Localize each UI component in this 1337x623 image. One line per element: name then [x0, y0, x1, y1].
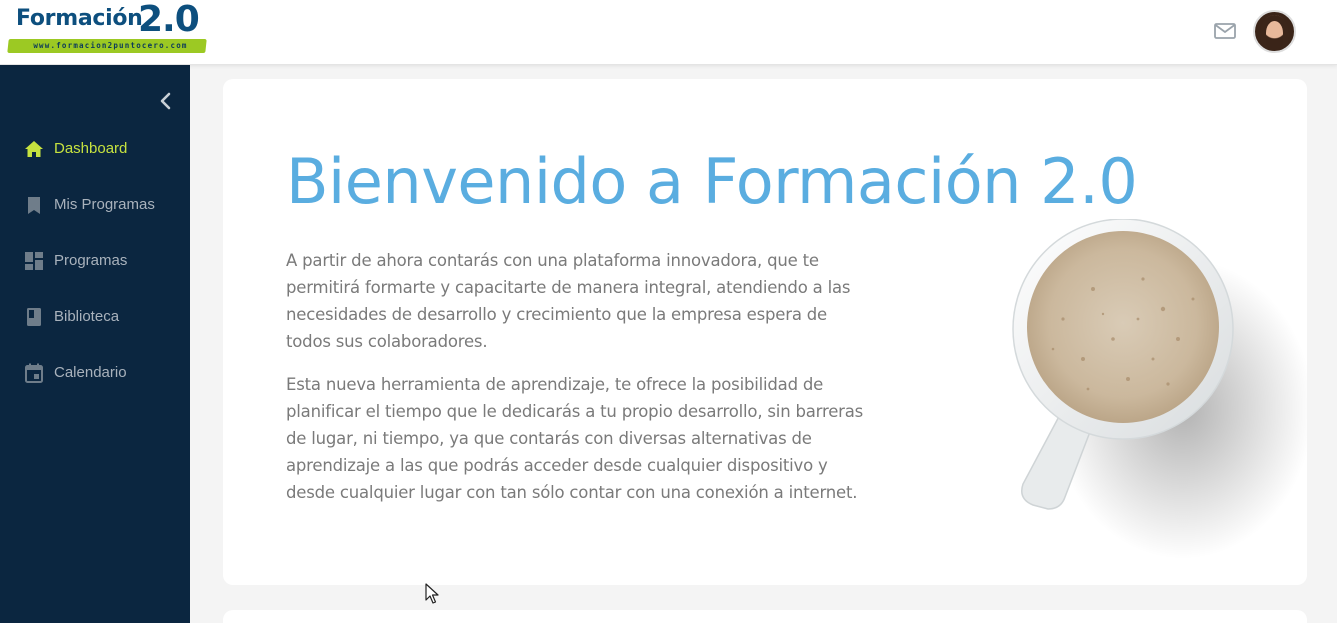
- mail-button[interactable]: [1213, 21, 1237, 41]
- bookmark-icon: [28, 197, 40, 214]
- sidebar-item-programas[interactable]: Programas: [0, 241, 190, 281]
- chevron-left-icon: [160, 92, 171, 110]
- mouse-cursor-icon: [425, 583, 439, 604]
- sidebar-item-label: Biblioteca: [54, 308, 120, 325]
- sidebar-item-label: Calendario: [54, 364, 127, 381]
- sidebar-item-label: Programas: [54, 252, 128, 269]
- logo-url: www.formacion2puntocero.com: [33, 41, 188, 50]
- home-icon: [25, 141, 43, 157]
- sidebar: Dashboard Mis Programas Programas Biblio…: [0, 65, 190, 623]
- sidebar-collapse-button[interactable]: [156, 90, 176, 112]
- avatar-hair: [1260, 15, 1289, 51]
- welcome-paragraph-1: A partir de ahora contarás con una plata…: [286, 251, 851, 351]
- sidebar-item-calendario[interactable]: Calendario: [0, 353, 190, 393]
- sidebar-item-dashboard[interactable]: Dashboard: [0, 129, 190, 169]
- page-title: Bienvenido a Formación 2.0: [286, 145, 1138, 218]
- calendar-icon: [25, 363, 43, 383]
- user-avatar[interactable]: [1253, 10, 1296, 53]
- book-icon: [27, 308, 41, 326]
- sidebar-item-label: Mis Programas: [54, 196, 155, 213]
- welcome-paragraph-2: Esta nueva herramienta de aprendizaje, t…: [286, 375, 864, 502]
- mail-icon: [1214, 23, 1236, 39]
- sidebar-item-biblioteca[interactable]: Biblioteca: [0, 297, 190, 337]
- secondary-card: [223, 610, 1307, 623]
- dashboard-grid-icon: [25, 252, 43, 270]
- brand-logo[interactable]: Formación 2.0 www.formacion2puntocero.co…: [7, 0, 208, 58]
- logo-name: Formación: [16, 6, 143, 31]
- welcome-card: Bienvenido a Formación 2.0 A partir de a…: [223, 79, 1307, 585]
- top-header: Formación 2.0 www.formacion2puntocero.co…: [0, 0, 1337, 65]
- page-scroll-area: [1307, 65, 1337, 623]
- logo-version: 2.0: [138, 0, 200, 40]
- coffee-cup-image: [1012, 219, 1307, 559]
- sidebar-item-mis-programas[interactable]: Mis Programas: [0, 185, 190, 225]
- sidebar-item-label: Dashboard: [54, 140, 128, 157]
